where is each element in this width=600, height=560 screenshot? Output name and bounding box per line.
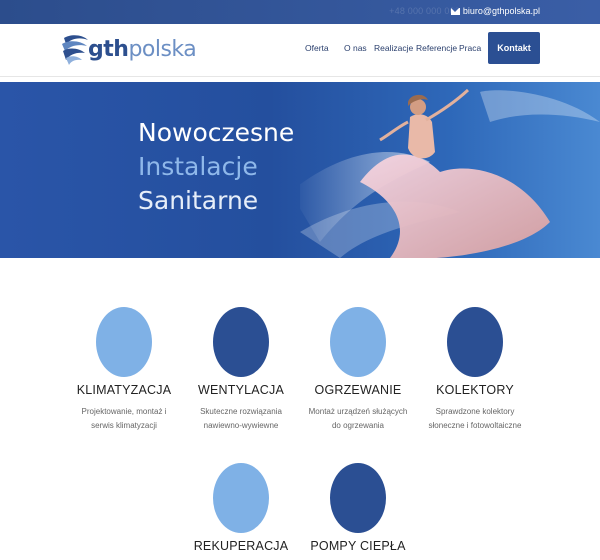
envelope-icon xyxy=(450,7,460,15)
service-desc-line-2: słoneczne i fotowoltaiczne xyxy=(428,421,522,430)
phone-number[interactable]: +48 000 000 000 xyxy=(389,6,460,16)
service-circle-icon[interactable] xyxy=(447,307,503,377)
email-text: biuro@gthpolska.pl xyxy=(462,6,540,16)
hero-line-1: Nowoczesne xyxy=(138,118,295,147)
wing-logo-icon xyxy=(62,35,88,65)
email-link[interactable]: biuro@gthpolska.pl xyxy=(450,6,540,16)
kontakt-button[interactable]: Kontakt xyxy=(488,32,540,64)
nav-item-oferta[interactable]: Oferta xyxy=(305,43,329,53)
nav-item-praca[interactable]: Praca xyxy=(459,43,481,53)
service-circle-icon[interactable] xyxy=(330,463,386,533)
service-circle-icon[interactable] xyxy=(330,307,386,377)
service-kolektory[interactable]: KOLEKTORY Sprawdzone kolektory słoneczne… xyxy=(405,307,545,433)
hero-line-3: Sanitarne xyxy=(138,186,259,215)
site-header: gthpolska Oferta O nas Realizacje Refere… xyxy=(0,24,600,77)
logo-text-polska: polska xyxy=(128,37,197,62)
nav-item-realizacje[interactable]: Realizacje xyxy=(374,43,413,53)
service-desc-line-1: Sprawdzone kolektory xyxy=(435,407,515,416)
service-circle-icon[interactable] xyxy=(213,463,269,533)
logo-text-gth: gth xyxy=(88,37,129,62)
hero-line-2: Instalacje xyxy=(138,152,258,181)
service-title[interactable]: POMPY CIEPŁA xyxy=(288,539,428,553)
hero-headline: Nowoczesne Instalacje Sanitarne xyxy=(138,116,294,218)
nav-item-referencje[interactable]: Referencje xyxy=(416,43,457,53)
service-circle-icon[interactable] xyxy=(213,307,269,377)
service-circle-icon[interactable] xyxy=(96,307,152,377)
service-pompy-ciepla[interactable]: POMPY CIEPŁA xyxy=(288,463,428,553)
top-bar: +48 000 000 000 biuro@gthpolska.pl xyxy=(0,0,600,24)
nav-item-o-nas[interactable]: O nas xyxy=(344,43,367,53)
logo-text: gthpolska xyxy=(88,37,197,62)
service-description: Sprawdzone kolektory słoneczne i fotowol… xyxy=(405,405,545,433)
hero-banner: Nowoczesne Instalacje Sanitarne xyxy=(0,82,600,258)
logo[interactable]: gthpolska xyxy=(60,30,197,70)
hero-dancer-image xyxy=(300,88,600,258)
service-title[interactable]: KOLEKTORY xyxy=(405,383,545,397)
